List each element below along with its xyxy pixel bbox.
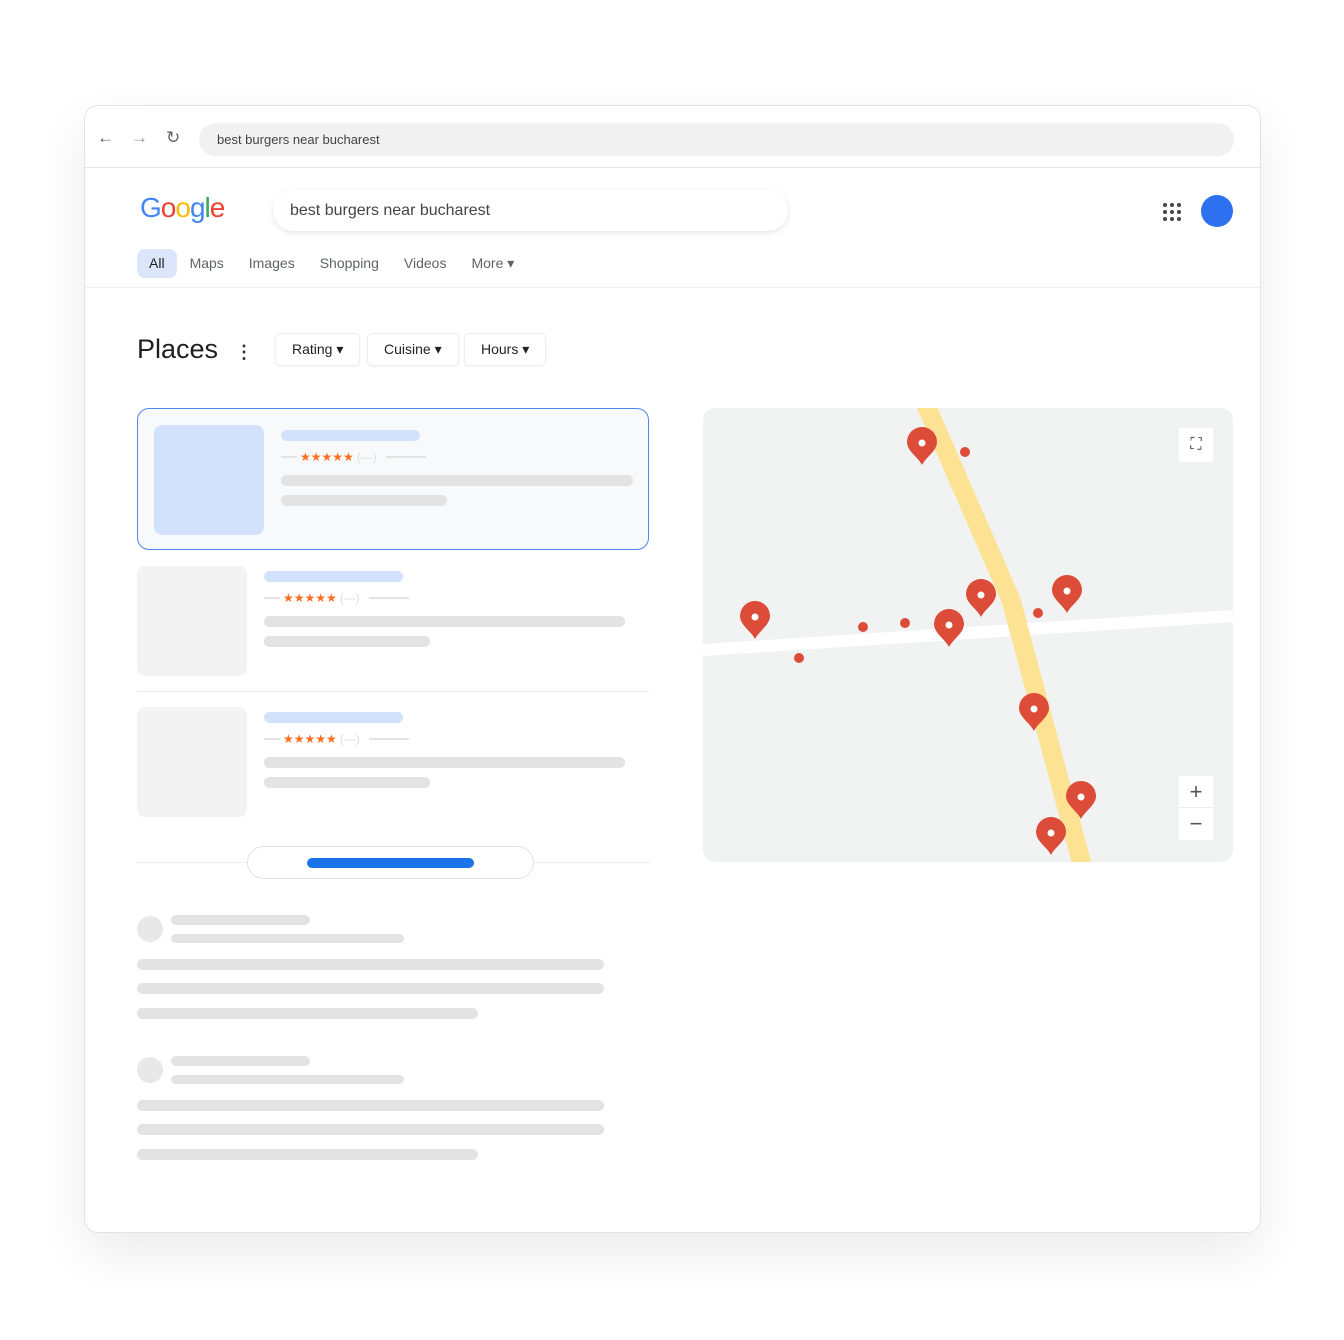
text-skeleton — [264, 616, 625, 627]
browser-toolbar: ← → ↻ best burgers near bucharest — [85, 106, 1260, 168]
place-name-skeleton — [264, 571, 403, 582]
text-skeleton — [264, 777, 430, 788]
places-title: Places — [137, 334, 219, 364]
map[interactable]: ⛶ + − — [703, 408, 1233, 862]
divider — [137, 862, 247, 863]
divider — [137, 691, 649, 692]
map-dot[interactable] — [1033, 608, 1043, 618]
text-skeleton — [137, 959, 604, 970]
map-pin-icon[interactable] — [907, 427, 937, 465]
map-canvas[interactable] — [703, 408, 1233, 862]
reload-icon[interactable]: ↻ — [166, 128, 180, 148]
google-logo[interactable]: Google — [140, 192, 225, 224]
tab-maps[interactable]: Maps — [178, 249, 236, 278]
address-bar[interactable]: best burgers near bucharest — [199, 123, 1234, 156]
tab-more[interactable]: More ▾ — [459, 249, 526, 278]
avatar[interactable] — [1201, 195, 1233, 227]
rating: ★★★★★ (—) — [264, 732, 409, 746]
text-skeleton — [171, 1075, 404, 1084]
text-skeleton — [171, 1056, 310, 1066]
map-road-minor — [703, 610, 1233, 656]
stars-icon: ★★★★★ — [300, 450, 354, 464]
text-skeleton — [137, 983, 604, 994]
favicon-skeleton — [137, 1057, 163, 1083]
loading-bar — [307, 858, 474, 868]
stars-icon: ★★★★★ — [283, 591, 337, 605]
zoom-control: + − — [1179, 776, 1213, 840]
tab-all[interactable]: All — [137, 249, 177, 278]
rating: ★★★★★ (—) — [281, 450, 426, 464]
text-skeleton — [137, 1100, 604, 1111]
tab-videos[interactable]: Videos — [392, 249, 459, 278]
map-dot[interactable] — [960, 447, 970, 457]
search-input[interactable]: best burgers near bucharest — [273, 190, 788, 231]
place-card[interactable]: ★★★★★ (—) — [137, 566, 649, 708]
search-tabs: All Maps Images Shopping Videos More ▾ — [137, 249, 527, 278]
fullscreen-icon[interactable]: ⛶ — [1179, 428, 1213, 462]
rating: ★★★★★ (—) — [264, 591, 409, 605]
text-skeleton — [137, 1124, 604, 1135]
map-pin-icon[interactable] — [1036, 817, 1066, 855]
more-options-icon[interactable]: ⋮ — [235, 342, 253, 363]
map-dot[interactable] — [858, 622, 868, 632]
tab-shopping[interactable]: Shopping — [308, 249, 391, 278]
place-name-skeleton — [281, 430, 420, 441]
more-places-button[interactable] — [247, 846, 534, 879]
apps-grid-icon[interactable] — [1163, 203, 1181, 221]
filter-hours[interactable]: Hours ▾ — [464, 333, 547, 366]
text-skeleton — [281, 475, 633, 486]
map-pin-icon[interactable] — [966, 579, 996, 617]
filter-cuisine[interactable]: Cuisine ▾ — [367, 333, 459, 366]
divider — [85, 287, 1260, 288]
forward-icon[interactable]: → — [131, 128, 148, 148]
zoom-out-button[interactable]: − — [1179, 808, 1213, 840]
map-dot[interactable] — [900, 618, 910, 628]
favicon-skeleton — [137, 916, 163, 942]
browser-window: ← → ↻ best burgers near bucharest Google… — [84, 105, 1261, 1233]
place-thumbnail — [137, 707, 247, 817]
stars-icon: ★★★★★ — [283, 732, 337, 746]
zoom-in-button[interactable]: + — [1179, 776, 1213, 808]
map-pin-icon[interactable] — [740, 601, 770, 639]
map-dot[interactable] — [794, 653, 804, 663]
place-card[interactable]: ★★★★★ (—) — [137, 707, 649, 849]
divider — [535, 862, 650, 863]
text-skeleton — [137, 1008, 478, 1019]
text-skeleton — [264, 757, 625, 768]
map-pin-icon[interactable] — [934, 609, 964, 647]
place-name-skeleton — [264, 712, 403, 723]
text-skeleton — [137, 1149, 478, 1160]
text-skeleton — [264, 636, 430, 647]
place-thumbnail — [137, 566, 247, 676]
back-icon[interactable]: ← — [97, 128, 114, 148]
map-pin-icon[interactable] — [1052, 575, 1082, 613]
text-skeleton — [281, 495, 447, 506]
text-skeleton — [171, 934, 404, 943]
filter-rating[interactable]: Rating ▾ — [275, 333, 361, 366]
place-thumbnail — [154, 425, 264, 535]
tab-images[interactable]: Images — [237, 249, 307, 278]
text-skeleton — [171, 915, 310, 925]
place-card[interactable]: ★★★★★ (—) — [137, 408, 649, 550]
